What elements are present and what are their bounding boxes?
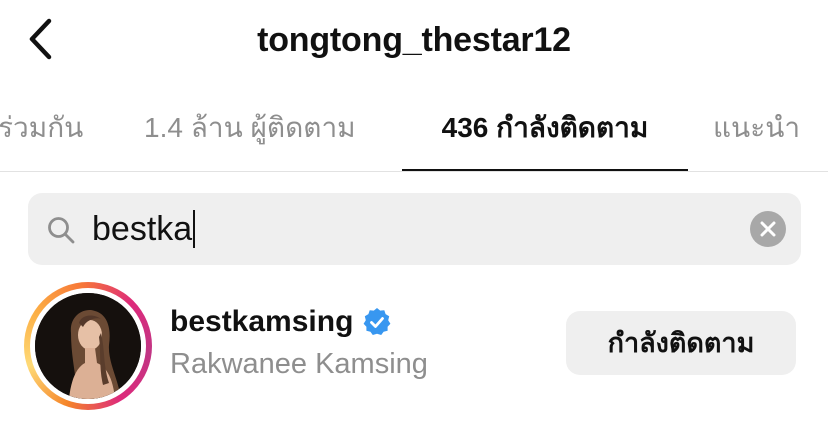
- close-icon: [760, 221, 776, 237]
- avatar-border: [30, 288, 146, 404]
- avatar: [35, 293, 141, 399]
- verified-badge-icon: [364, 308, 391, 335]
- username: bestkamsing: [170, 305, 354, 338]
- following-button[interactable]: กำลังติดตาม: [566, 311, 796, 375]
- text-cursor: [193, 210, 196, 248]
- list-item[interactable]: bestkamsing Rakwanee Kamsing กำลังติดตาม: [0, 276, 828, 416]
- profile-username-title: tongtong_thestar12: [257, 21, 571, 59]
- tab-suggested[interactable]: แนะนำ: [713, 108, 828, 170]
- search-bar[interactable]: bestka: [28, 193, 801, 265]
- search-input-value: bestka: [92, 210, 193, 248]
- full-name: Rakwanee Kamsing: [170, 348, 428, 380]
- top-bar: tongtong_thestar12: [0, 0, 828, 80]
- avatar-photo: [35, 293, 141, 399]
- follow-tabs: ร่วมกัน 1.4 ล้าน ผู้ติดตาม 436 กำลังติดต…: [0, 96, 828, 172]
- tab-followers[interactable]: 1.4 ล้าน ผู้ติดตาม: [144, 108, 380, 170]
- username-link[interactable]: bestkamsing: [170, 302, 393, 342]
- clear-search-button[interactable]: [750, 211, 786, 247]
- tab-following[interactable]: 436 กำลังติดตาม: [402, 108, 688, 171]
- search-input[interactable]: bestka: [92, 207, 196, 251]
- tab-mutual[interactable]: ร่วมกัน: [0, 108, 98, 170]
- story-ring[interactable]: [24, 282, 152, 410]
- search-icon: [48, 217, 75, 244]
